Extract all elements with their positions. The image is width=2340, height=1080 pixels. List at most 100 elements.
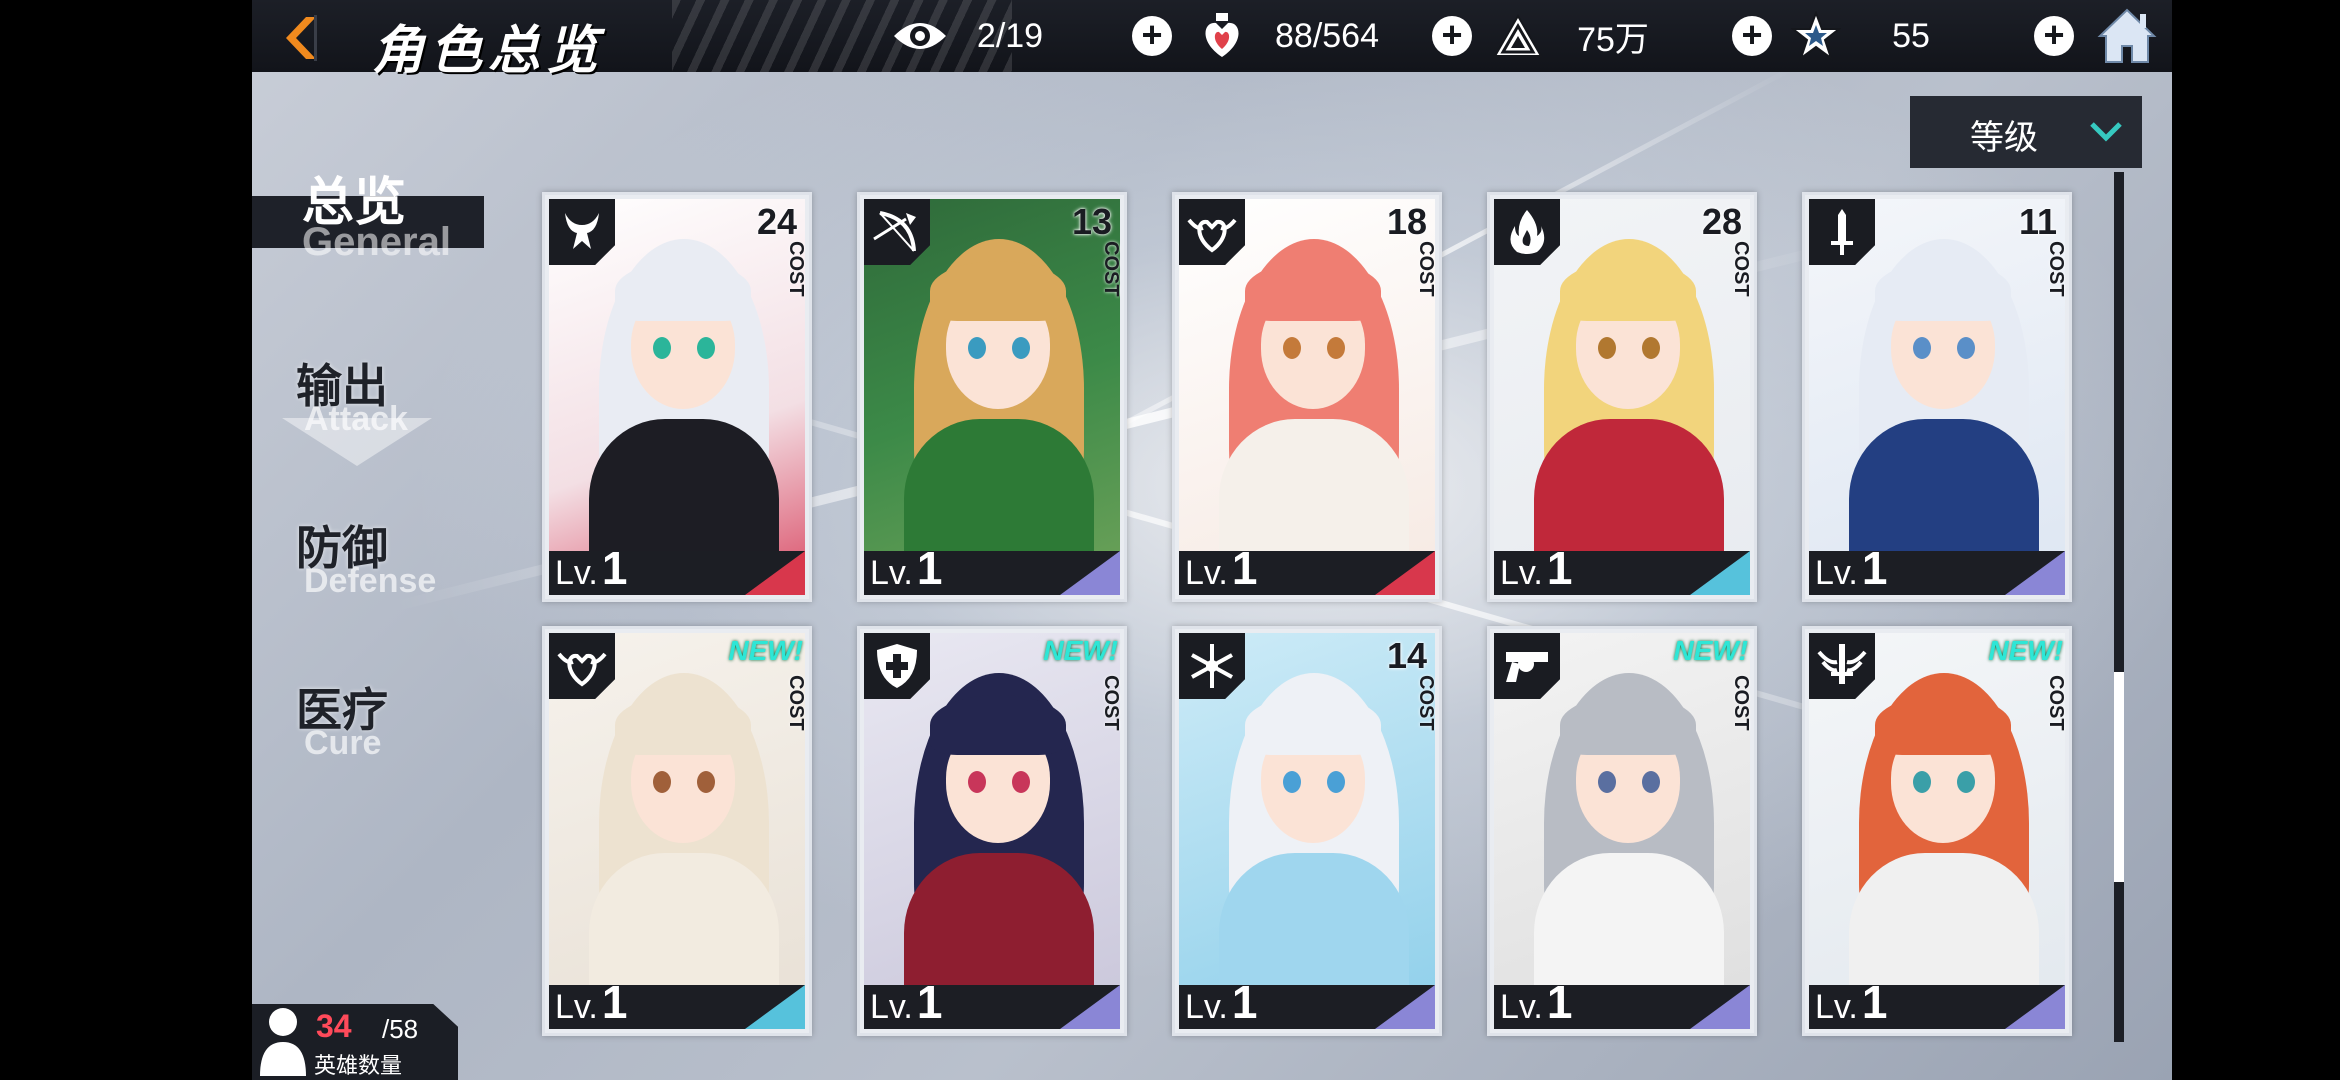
eye-icon <box>890 10 950 62</box>
level-value: 1 <box>1546 542 1573 594</box>
star-shard-icon <box>1786 10 1846 62</box>
winged-heart-icon <box>549 633 615 699</box>
rarity-corner <box>1690 985 1750 1029</box>
category-defense[interactable]: 防御 <box>296 512 388 578</box>
level-prefix: Lv. <box>1185 988 1228 1026</box>
level-prefix: Lv. <box>555 988 598 1026</box>
resource-value: 55 <box>1892 16 1930 55</box>
character-level: Lv.1 <box>870 541 942 595</box>
scrollbar-track[interactable] <box>2114 172 2124 1042</box>
chevron-down-icon <box>2090 122 2122 142</box>
character-eye <box>1598 771 1616 793</box>
level-prefix: Lv. <box>1500 554 1543 592</box>
character-eye <box>1957 337 1975 359</box>
character-eye <box>1283 771 1301 793</box>
hero-count-max: /58 <box>382 1014 419 1044</box>
character-eye <box>968 337 986 359</box>
character-eye <box>1283 337 1301 359</box>
resource-stamina: 88/564 <box>1192 10 1412 62</box>
level-value: 1 <box>1861 542 1888 594</box>
rarity-corner <box>1690 551 1750 595</box>
character-card[interactable]: Lv.1 28 COST <box>1487 192 1757 602</box>
hero-count-current: 34 <box>316 1008 352 1044</box>
winged-sword-icon <box>1809 633 1875 699</box>
character-card[interactable]: Lv.1 14 COST <box>1172 626 1442 1036</box>
rarity-corner <box>1375 985 1435 1029</box>
sort-label: 等级 <box>1970 119 2038 157</box>
sword-icon <box>1809 199 1875 265</box>
character-card[interactable]: Lv.1 13 COST <box>857 192 1127 602</box>
revolver-icon <box>1494 633 1560 699</box>
character-level: Lv.1 <box>1185 975 1257 1029</box>
level-prefix: Lv. <box>1185 554 1228 592</box>
hero-count-label: 英雄数量 <box>314 1053 403 1078</box>
level-value: 1 <box>1861 976 1888 1028</box>
category-general[interactable]: 总览 <box>302 160 406 235</box>
cost-label: COST <box>1100 241 1122 297</box>
resource-value: 2/19 <box>976 16 1044 55</box>
level-value: 1 <box>1231 542 1258 594</box>
character-card[interactable]: Lv.1 NEW! COST <box>542 626 812 1036</box>
character-eye <box>1327 337 1345 359</box>
sort-dropdown[interactable]: 等级 <box>1910 96 2142 168</box>
add-shards-button[interactable]: + <box>2034 16 2074 56</box>
flame-icon <box>1494 199 1560 265</box>
heart-potion-icon <box>1192 10 1252 62</box>
level-value: 1 <box>601 542 628 594</box>
character-bangs <box>1875 695 2011 755</box>
resource-shards: 55 <box>1786 10 1986 62</box>
page-title: 角色总览 <box>372 22 605 80</box>
character-eye <box>697 771 715 793</box>
cost-value: 24 <box>756 201 797 242</box>
cost-label: COST <box>1730 241 1752 297</box>
character-bangs <box>1245 261 1381 321</box>
character-level: Lv.1 <box>1500 975 1572 1029</box>
character-card[interactable]: Lv.1 11 COST <box>1802 192 2072 602</box>
cost-value: 11 <box>2018 201 2057 242</box>
character-card[interactable]: Lv.1 18 COST <box>1172 192 1442 602</box>
cost-label: COST <box>1415 675 1437 731</box>
level-prefix: Lv. <box>1815 554 1858 592</box>
character-bangs <box>1560 261 1696 321</box>
character-level: Lv.1 <box>555 541 627 595</box>
character-level: Lv.1 <box>870 975 942 1029</box>
rarity-corner <box>745 551 805 595</box>
character-overview-screen: 角色总览 2/19 + 88/564 + 75万 + 55 + 等级 Gener… <box>252 0 2172 1080</box>
category-cure[interactable]: 医疗 <box>296 674 388 740</box>
character-eye <box>1957 771 1975 793</box>
scrollbar-thumb[interactable] <box>2114 672 2124 882</box>
character-eye <box>1012 337 1030 359</box>
home-button[interactable] <box>2096 6 2158 66</box>
cost-label: COST <box>1100 675 1122 731</box>
person-icon <box>260 1008 306 1076</box>
add-visits-button[interactable]: + <box>1132 16 1172 56</box>
rarity-corner <box>1060 551 1120 595</box>
character-card[interactable]: Lv.1 NEW! COST <box>1802 626 2072 1036</box>
category-attack[interactable]: 输出 <box>296 350 388 416</box>
character-bangs <box>1560 695 1696 755</box>
cost-label: COST <box>785 241 807 297</box>
character-card[interactable]: Lv.1 NEW! COST <box>857 626 1127 1036</box>
character-eye <box>1913 337 1931 359</box>
add-stamina-button[interactable]: + <box>1432 16 1472 56</box>
shield-cross-icon <box>864 633 930 699</box>
level-prefix: Lv. <box>1500 988 1543 1026</box>
cost-label: COST <box>2045 241 2067 297</box>
character-card[interactable]: Lv.1 NEW! COST <box>1487 626 1757 1036</box>
character-eye <box>1598 337 1616 359</box>
character-level: Lv.1 <box>1815 541 1887 595</box>
character-level: Lv.1 <box>555 975 627 1029</box>
new-badge: NEW! <box>1043 635 1118 666</box>
back-button[interactable] <box>270 10 330 66</box>
level-value: 1 <box>1546 976 1573 1028</box>
add-currency-button[interactable]: + <box>1732 16 1772 56</box>
cost-label: COST <box>2045 675 2067 731</box>
snowflake-icon <box>1179 633 1245 699</box>
rarity-corner <box>1375 551 1435 595</box>
bow-icon <box>864 199 930 265</box>
level-prefix: Lv. <box>555 554 598 592</box>
character-eye <box>697 337 715 359</box>
character-card[interactable]: Lv.1 24 COST <box>542 192 812 602</box>
level-value: 1 <box>916 542 943 594</box>
rarity-corner <box>745 985 805 1029</box>
